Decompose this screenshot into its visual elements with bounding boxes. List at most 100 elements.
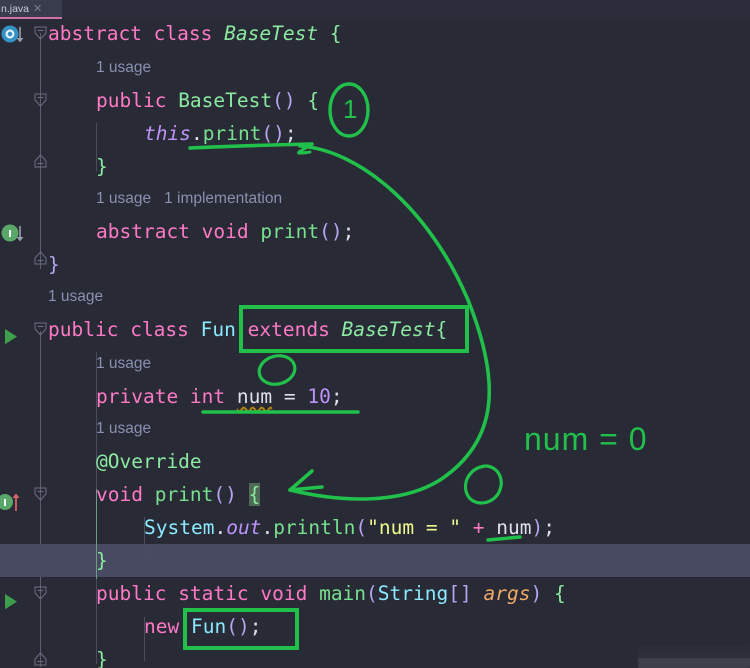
implemented-method-icon[interactable]: I (1, 224, 31, 250)
close-icon[interactable]: ✕ (33, 2, 42, 15)
code-token: ) (225, 483, 237, 506)
fold-marker-main-end[interactable] (33, 652, 48, 667)
code-token: { (553, 582, 566, 605)
ide-editor-window: n.java ✕ I I abstract class BaseTest {1… (0, 0, 750, 668)
run-class-icon[interactable] (3, 328, 19, 350)
code-token: public (96, 89, 179, 112)
code-token: } (96, 155, 108, 178)
code-token: println (273, 516, 356, 539)
code-token: int (189, 385, 237, 408)
fold-marker-main-method[interactable] (33, 586, 48, 601)
code-token: [] (448, 582, 472, 605)
implementing-method-icon[interactable]: I (0, 491, 30, 517)
code-token: this (144, 122, 191, 145)
code-token: args (483, 582, 531, 605)
code-token: extends (247, 318, 342, 341)
code-token: print (260, 220, 320, 243)
code-token: } (96, 549, 108, 572)
usage-hint[interactable]: 1 usage (96, 54, 151, 82)
code-token: void (96, 483, 155, 506)
result-annotation-label: num = 0 (524, 421, 648, 457)
code-token: } (96, 648, 108, 668)
fold-marker-class-basetest-end[interactable] (33, 251, 48, 266)
code-token: ) (531, 516, 544, 539)
code-line[interactable]: abstract void print(); (96, 215, 354, 248)
code-token: . (261, 516, 274, 539)
code-token: abstract (96, 220, 202, 243)
code-token: ( (355, 516, 368, 539)
usage-hint[interactable]: 1 usage (48, 283, 103, 311)
fold-marker-constructor-end[interactable] (33, 154, 48, 169)
svg-text:I: I (8, 229, 12, 240)
current-line-highlight (0, 544, 750, 577)
usage-hint[interactable]: 1 usage (96, 415, 151, 443)
fold-marker-class-fun[interactable] (33, 322, 48, 337)
code-token: "num = " (367, 516, 462, 539)
code-token: new (144, 615, 191, 638)
code-token: ( (213, 483, 226, 506)
code-token: ( (261, 122, 274, 145)
code-token: ) (273, 122, 285, 145)
code-token: out (226, 516, 262, 539)
code-line[interactable]: this.print(); (144, 117, 297, 150)
code-token: print (154, 483, 214, 506)
code-line[interactable]: private int num = 10; (96, 380, 343, 413)
code-token: main (319, 582, 367, 605)
fold-marker-class-basetest[interactable] (33, 26, 48, 41)
code-token: public (48, 318, 131, 341)
code-token: static (178, 582, 261, 605)
code-token: ) (283, 89, 296, 112)
code-token: num (496, 516, 532, 539)
circled-one-label: 1 (343, 94, 358, 124)
code-token: } (48, 253, 60, 276)
run-main-icon[interactable] (3, 593, 19, 615)
code-line[interactable]: void print() { (96, 478, 261, 511)
code-token: { (329, 22, 342, 45)
code-token: ( (366, 582, 378, 605)
code-token: Fun (190, 615, 227, 638)
code-token: = (283, 385, 296, 408)
code-token: . (214, 516, 227, 539)
code-line[interactable]: } (96, 643, 108, 668)
code-line[interactable]: new Fun(); (144, 610, 261, 643)
code-token: @Override (96, 450, 202, 473)
code-line[interactable]: abstract class BaseTest { (48, 17, 342, 50)
code-line[interactable]: System.out.println("num = " + num); (144, 511, 555, 544)
code-line[interactable]: } (96, 544, 108, 577)
code-token: abstract (48, 22, 154, 45)
code-token: num (236, 385, 273, 408)
code-token: { (307, 89, 320, 112)
code-token: ; (330, 385, 343, 408)
usage-hint[interactable]: 1 usage 1 implementation (96, 185, 282, 213)
code-token: class (153, 22, 225, 45)
code-token: String (377, 582, 449, 605)
code-token: System (144, 516, 215, 539)
code-line[interactable]: } (96, 150, 108, 183)
code-token: ) (330, 220, 343, 243)
usage-hint[interactable]: 1 usage (96, 350, 151, 378)
tab-label: n.java (1, 2, 30, 15)
code-editor-area[interactable]: abstract class BaseTest {1 usage public B… (0, 17, 750, 668)
fold-marker-constructor[interactable] (33, 93, 48, 108)
overridden-method-icon[interactable] (1, 25, 31, 51)
code-token: 10 (307, 385, 331, 408)
code-token: ( (272, 89, 284, 112)
code-token: BaseTest (224, 22, 319, 45)
code-token: void (260, 582, 320, 605)
svg-text:I: I (3, 498, 7, 509)
code-line[interactable]: @Override (96, 445, 202, 478)
code-line[interactable]: public static void main(String[] args) { (96, 577, 566, 610)
fold-marker-print-method[interactable] (33, 487, 48, 502)
code-line[interactable]: } (48, 248, 60, 281)
code-line[interactable]: public class Fun extends BaseTest{ (48, 313, 447, 346)
code-line[interactable]: public BaseTest() { (96, 84, 319, 117)
code-token: ; (342, 220, 355, 243)
code-token: BaseTest (341, 318, 436, 341)
code-token: ; (249, 615, 262, 638)
